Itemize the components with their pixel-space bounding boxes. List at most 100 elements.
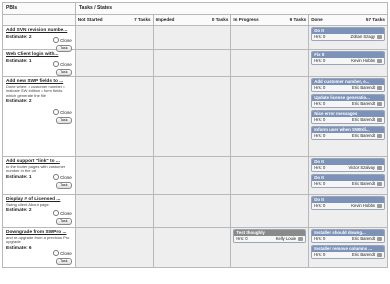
lane-in-progress xyxy=(231,77,310,156)
task-owner: Eric Barendt xyxy=(351,236,375,241)
task-menu-icon[interactable] xyxy=(377,134,382,138)
column-in-progress: In Progress 9 Tasks xyxy=(231,15,310,25)
close-radio[interactable] xyxy=(53,250,60,256)
task-menu-icon[interactable] xyxy=(377,102,382,106)
add-task-button[interactable]: Task xyxy=(55,182,72,189)
task-menu-icon[interactable] xyxy=(377,204,382,208)
task-card[interactable]: Do It Hrs: 0 Eric Barendt xyxy=(311,174,385,188)
column-impeded: Impeded 0 Tasks xyxy=(154,15,232,25)
task-card[interactable]: Fix It Hrs: 0 Kevin Hobbs xyxy=(311,51,385,65)
lane-done: Installer should downg... Hrs: 0 Eric Bare… xyxy=(309,228,387,267)
column-count: 7 Tasks xyxy=(134,17,151,22)
task-hours: Hrs: 0 xyxy=(314,203,326,208)
pbi-close-toggle[interactable]: Close xyxy=(53,37,72,43)
close-radio[interactable] xyxy=(53,174,60,180)
task-card[interactable]: Update license generatio... Hrs: 0 Eric Ba… xyxy=(311,94,385,108)
board-header: PBIs Tasks / States xyxy=(3,3,387,15)
pbi-close-toggle[interactable]: Close xyxy=(53,109,72,115)
column-label: Not Started xyxy=(77,17,103,22)
tasks-states-header: Tasks / States xyxy=(79,5,112,11)
task-board: PBIs Tasks / States Not Started 7 Tasks I… xyxy=(2,2,388,268)
pbi-cell: Add support "link" to ... to the footer p… xyxy=(3,157,76,194)
column-count: 9 Tasks xyxy=(289,17,307,22)
column-count: 57 Tasks xyxy=(365,17,385,22)
task-menu-icon[interactable] xyxy=(377,59,382,63)
column-done: Done 57 Tasks xyxy=(309,15,387,25)
pbi-cell: Web Client login with... Estimate: 1 Close… xyxy=(3,50,76,76)
task-menu-icon[interactable] xyxy=(377,237,382,241)
task-owner-group: Zoltan Szagy xyxy=(351,34,382,40)
task-owner: Eric Barendt xyxy=(351,181,375,186)
task-card[interactable]: Installer should downg... Hrs: 0 Eric Bare… xyxy=(311,229,385,243)
task-hours: Hrs: 0 xyxy=(314,133,326,138)
task-card[interactable]: Do It Hrs: 0 Kevin Hobbs xyxy=(311,196,385,210)
task-footer: Hrs: 0 Eric Barendt xyxy=(312,133,384,139)
task-card[interactable]: Inform user when SWEdi... Hrs: 0 Eric Bare… xyxy=(311,126,385,140)
task-footer: Hrs: 0 Kevin Hobbs xyxy=(312,58,384,64)
task-footer: Hrs: 0 Eric Barendt xyxy=(312,85,384,91)
task-footer: Hrs: 0 Eric Barendt xyxy=(312,101,384,107)
task-menu-icon[interactable] xyxy=(377,118,382,122)
pbi-title-link[interactable]: Add SVN revision numbe... xyxy=(6,28,73,34)
add-task-button[interactable]: Task xyxy=(55,258,72,265)
task-hours: Hrs: 0 xyxy=(314,117,326,122)
pbi-close-toggle[interactable]: Close xyxy=(53,174,72,180)
state-columns-header: Not Started 7 Tasks Impeded 0 Tasks In Pro… xyxy=(3,15,387,26)
pbi-cell: Display # of Licensed ... Swing client Ab… xyxy=(3,195,76,227)
task-card[interactable]: Test thoughly Hrs: 0 Kelly Louie xyxy=(233,229,307,243)
task-card[interactable]: Do It Hrs: 0 Victor Szalvay xyxy=(311,158,385,172)
task-menu-icon[interactable] xyxy=(377,166,382,170)
close-label: Close xyxy=(60,174,72,180)
close-radio[interactable] xyxy=(53,210,60,216)
task-footer: Hrs: 0 Kelly Louie xyxy=(234,236,306,242)
task-menu-icon[interactable] xyxy=(377,182,382,186)
pbi-cell: Add new SWP fields to ... Done when: • cu… xyxy=(3,77,76,156)
lane-not-started xyxy=(75,77,154,156)
lane-not-started xyxy=(75,228,154,267)
lane-in-progress xyxy=(231,195,310,227)
task-footer: Hrs: 0 Eric Barendt xyxy=(312,252,384,258)
task-hours: Hrs: 0 xyxy=(314,58,326,63)
lane-impeded xyxy=(153,195,232,227)
task-menu-icon[interactable] xyxy=(377,253,382,257)
close-radio[interactable] xyxy=(53,61,60,67)
task-owner-group: Kevin Hobbs xyxy=(351,203,382,209)
close-radio[interactable] xyxy=(53,109,60,115)
add-task-button[interactable]: Task xyxy=(55,69,72,76)
task-footer: Hrs: 0 Kevin Hobbs xyxy=(312,203,384,209)
pbi-estimate: Estimate: 2 xyxy=(6,99,32,105)
task-owner-group: Victor Szalvay xyxy=(349,165,382,171)
task-menu-icon[interactable] xyxy=(377,86,382,90)
lane-in-progress xyxy=(231,26,310,49)
pbi-row: Add SVN revision numbe... Estimate: 2 Clos… xyxy=(3,26,387,52)
task-card[interactable]: Add customer number, e... Hrs: 0 Eric Bare… xyxy=(311,78,385,92)
lane-not-started xyxy=(75,157,154,194)
task-owner: Eric Barendt xyxy=(351,85,375,90)
task-card[interactable]: Installer remove columns ... Hrs: 0 Eric B… xyxy=(311,245,385,259)
task-owner-group: Eric Barendt xyxy=(352,252,382,258)
lane-done: Do It Hrs: 0 Kevin Hobbs xyxy=(309,195,387,227)
task-card[interactable]: Do It Hrs: 0 Zoltan Szagy xyxy=(311,27,385,41)
lane-in-progress xyxy=(231,157,310,194)
pbi-close-toggle[interactable]: Close xyxy=(53,250,72,256)
task-owner-group: Eric Barendt xyxy=(352,85,382,91)
lane-impeded xyxy=(153,26,232,49)
pbi-cell: Downgrade from SWPro ... and re-upgrade f… xyxy=(3,228,76,267)
task-menu-icon[interactable] xyxy=(298,237,304,241)
task-menu-icon[interactable] xyxy=(377,35,382,39)
close-label: Close xyxy=(60,61,72,67)
add-task-button[interactable]: Task xyxy=(55,117,72,124)
header-spacer xyxy=(3,15,76,25)
task-card[interactable]: Nice error messages Hrs: 0 Eric Barendt xyxy=(311,110,385,124)
pbi-row: Add new SWP fields to ... Done when: • cu… xyxy=(3,77,387,157)
task-owner: Eric Barendt xyxy=(351,101,375,106)
pbi-title-link[interactable]: Web Client login with... xyxy=(6,52,73,58)
lane-done: Add customer number, e... Hrs: 0 Eric Bare… xyxy=(309,77,387,156)
pbis-header: PBIs xyxy=(3,3,76,14)
lane-done: Do It Hrs: 0 Zoltan Szagy xyxy=(309,26,387,49)
pbi-close-toggle[interactable]: Close xyxy=(53,61,72,67)
close-radio[interactable] xyxy=(53,37,60,43)
add-task-button[interactable]: Task xyxy=(55,218,72,225)
column-label: In Progress xyxy=(233,17,259,22)
pbi-close-toggle[interactable]: Close xyxy=(53,210,72,216)
